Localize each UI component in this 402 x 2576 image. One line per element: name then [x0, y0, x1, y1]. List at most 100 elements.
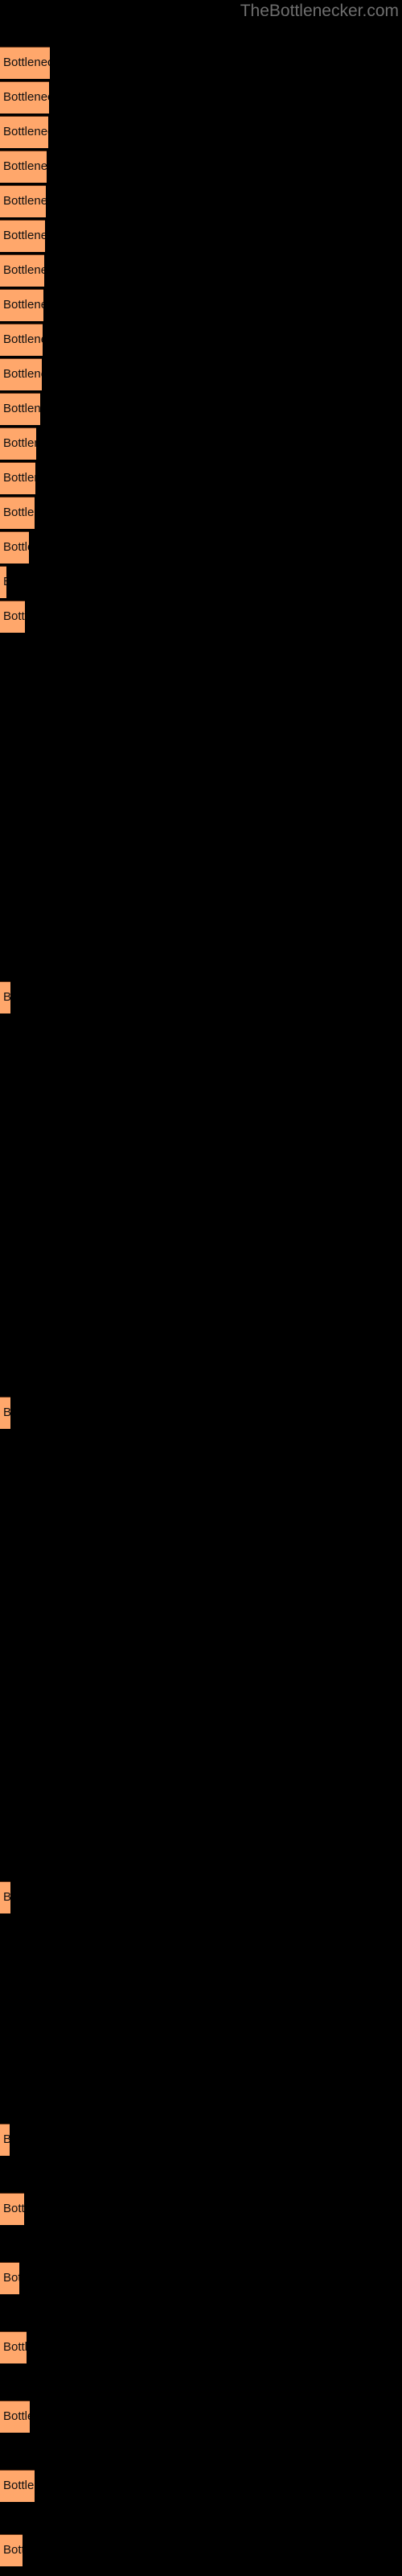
bar	[0, 2193, 24, 2225]
bar-row	[0, 1431, 402, 1463]
bar-row: Bottleneck result	[0, 324, 402, 356]
bar-clip: Bottleneck result	[0, 2124, 10, 2156]
bar	[0, 289, 43, 321]
bar-clip: Bottleneck result	[0, 2331, 27, 2363]
bar-row: Bottleneck result	[0, 2262, 402, 2294]
bar-clip: Bottleneck result	[0, 116, 48, 148]
bar-clip: Bottleneck result	[0, 531, 29, 564]
bar-row	[0, 635, 402, 667]
bar-row	[0, 1154, 402, 1187]
bar-row: Bottleneck result	[0, 2331, 402, 2363]
bar-clip: Bottleneck result	[0, 81, 49, 114]
bar	[0, 185, 46, 217]
bar-row	[0, 1570, 402, 1602]
bar-row	[0, 1535, 402, 1567]
bar-row: Bottleneck result	[0, 427, 402, 460]
bar-row	[0, 1916, 402, 1948]
bar	[0, 2262, 19, 2294]
bar-row	[0, 1951, 402, 1983]
bar-row	[0, 2227, 402, 2260]
bar-row: Bottleneck result	[0, 601, 402, 633]
bar-row	[0, 1016, 402, 1048]
bar	[0, 2470, 35, 2502]
bar-row	[0, 1812, 402, 1844]
bar-clip: Bottleneck result	[0, 289, 43, 321]
bar	[0, 393, 40, 425]
bar-row: Bottleneck result	[0, 393, 402, 425]
bar-clip: Bottleneck result	[0, 220, 45, 252]
bar	[0, 220, 45, 252]
bar-clip: Bottleneck result	[0, 358, 42, 390]
bar	[0, 1881, 10, 1913]
bar-row	[0, 1985, 402, 2017]
bar	[0, 2124, 10, 2156]
bar-row: Bottleneck result	[0, 497, 402, 529]
bar-row: Bottleneck result	[0, 2124, 402, 2156]
bar-clip: Bottleneck result	[0, 427, 36, 460]
bar-clip: Bottleneck result	[0, 601, 25, 633]
bar-row: Bottleneck result	[0, 2401, 402, 2433]
bar-row: Bottleneck result	[0, 531, 402, 564]
bars-layer: Bottleneck resultBottleneck resultBottle…	[0, 0, 402, 2576]
bar-row	[0, 1777, 402, 1810]
bar	[0, 116, 48, 148]
bar	[0, 81, 49, 114]
bar-clip: Bottleneck result	[0, 47, 50, 79]
bar-row	[0, 1293, 402, 1325]
bar	[0, 1397, 10, 1429]
bar-row: Bottleneck result	[0, 358, 402, 390]
bar	[0, 531, 29, 564]
bar	[0, 462, 35, 494]
bar-row	[0, 2435, 402, 2467]
bar-row	[0, 1189, 402, 1221]
bar	[0, 981, 10, 1013]
bar-row	[0, 2054, 402, 2087]
bar-clip: Bottleneck result	[0, 2193, 24, 2225]
bar	[0, 254, 44, 287]
bar-row	[0, 1224, 402, 1256]
bar-row: Bottleneck result	[0, 566, 402, 598]
bar-row	[0, 1085, 402, 1117]
bar	[0, 47, 50, 79]
bar	[0, 2331, 27, 2363]
bar-row	[0, 1362, 402, 1394]
bar-clip: Bottleneck result	[0, 1881, 10, 1913]
bar	[0, 324, 43, 356]
bar-row: Bottleneck result	[0, 81, 402, 114]
bar-row	[0, 843, 402, 875]
bar-clip: Bottleneck result	[0, 1397, 10, 1429]
bar-clip: Bottleneck result	[0, 151, 47, 183]
bar-row	[0, 1604, 402, 1637]
bar-clip: Bottleneck result	[0, 393, 40, 425]
bar-row: Bottleneck result	[0, 2470, 402, 2502]
bar	[0, 497, 35, 529]
bottleneck-bar-chart: TheBottlenecker.com Bottleneck resultBot…	[0, 0, 402, 2576]
bar-row	[0, 2366, 402, 2398]
bar-row	[0, 1639, 402, 1671]
bar-row	[0, 774, 402, 806]
bar-row	[0, 1120, 402, 1152]
bar-row	[0, 808, 402, 840]
bar-row: Bottleneck result	[0, 1397, 402, 1429]
bar-clip: Bottleneck result	[0, 185, 46, 217]
bar	[0, 566, 6, 598]
bar-row	[0, 1258, 402, 1290]
bar-clip: Bottleneck result	[0, 2534, 23, 2566]
bar-row: Bottleneck result	[0, 220, 402, 252]
bar-row: Bottleneck result	[0, 185, 402, 217]
bar-row: Bottleneck result	[0, 2534, 402, 2566]
bar-clip: Bottleneck result	[0, 566, 6, 598]
bar-row	[0, 1743, 402, 1775]
bar-row	[0, 877, 402, 910]
bar-row	[0, 1674, 402, 1706]
bar-row: Bottleneck result	[0, 981, 402, 1013]
bar-row	[0, 2297, 402, 2329]
bar-clip: Bottleneck result	[0, 497, 35, 529]
bar-row	[0, 1327, 402, 1360]
bar-row	[0, 2020, 402, 2052]
bar-clip: Bottleneck result	[0, 254, 44, 287]
bar-row	[0, 1708, 402, 1740]
bar-row	[0, 704, 402, 737]
bar-row	[0, 739, 402, 771]
bar-clip: Bottleneck result	[0, 981, 10, 1013]
